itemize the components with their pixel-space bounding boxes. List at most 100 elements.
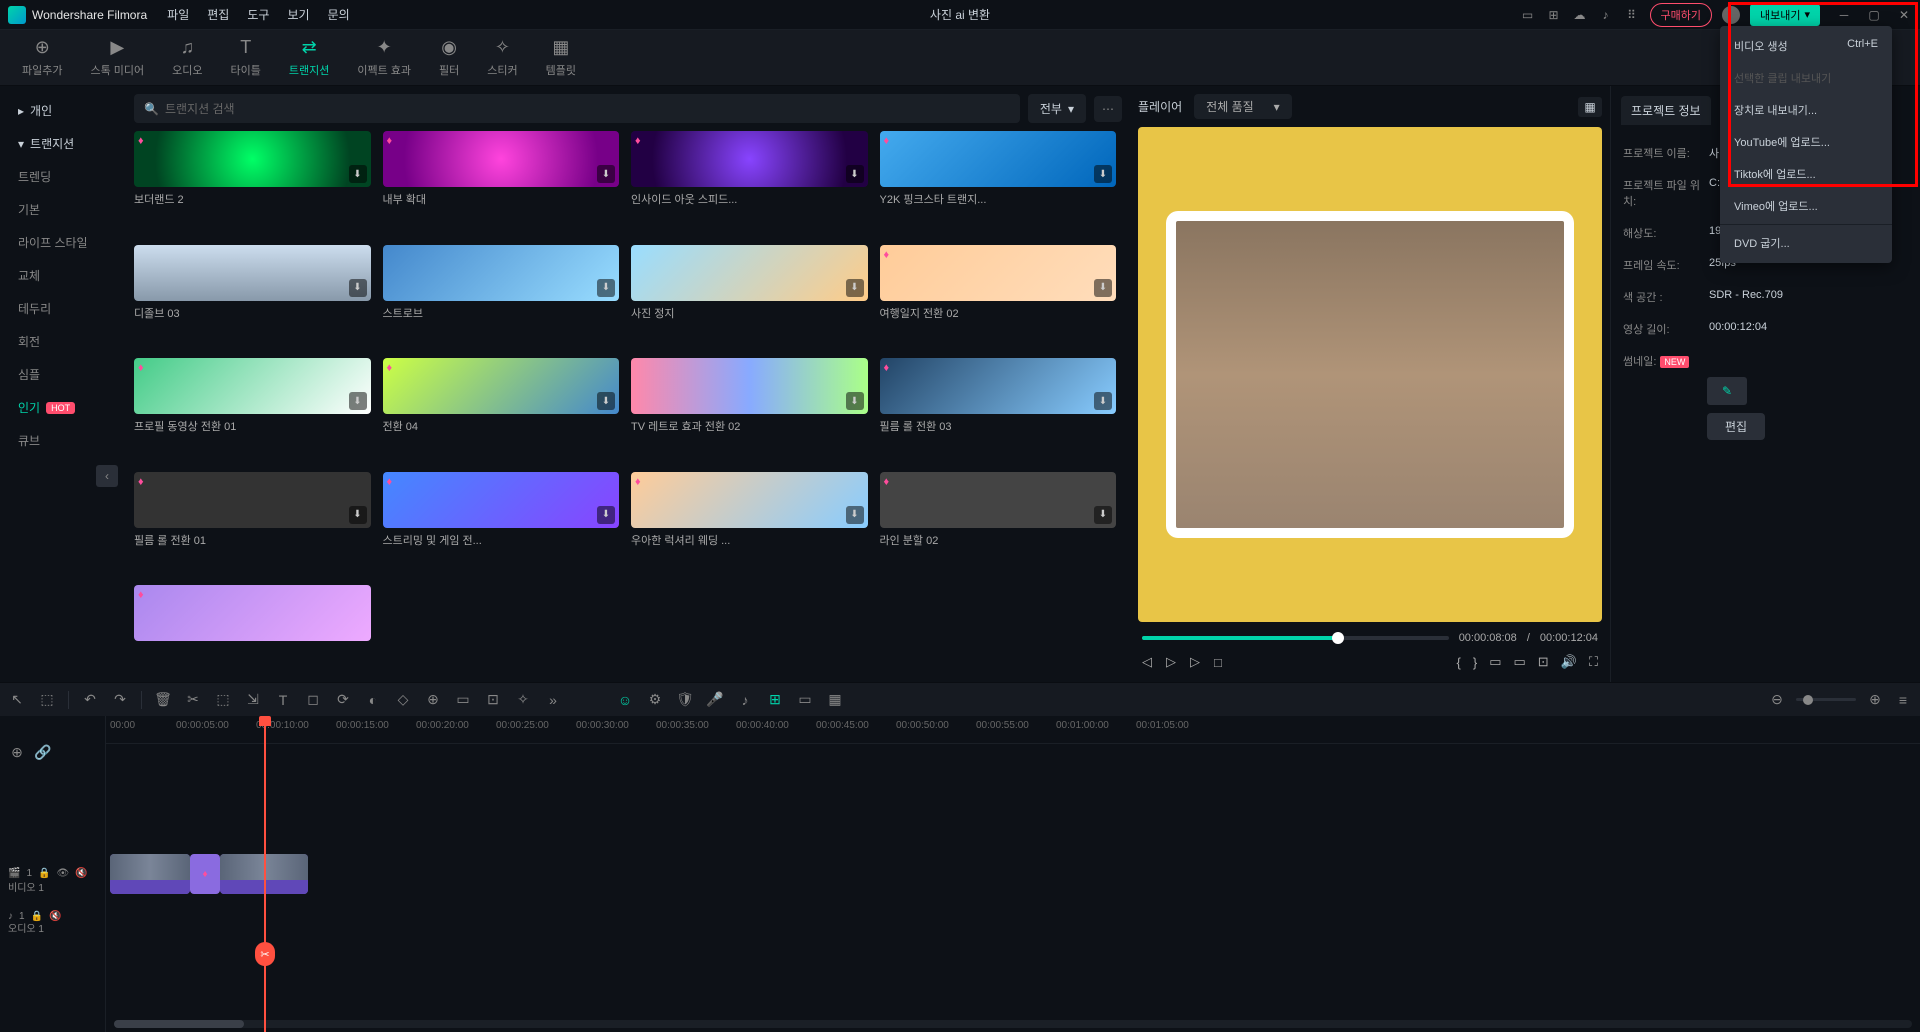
grid-icon[interactable]: ⊞ <box>1546 7 1562 23</box>
avatar[interactable] <box>1722 6 1740 24</box>
sidebar-item-cube[interactable]: 큐브 <box>0 424 126 457</box>
transition-card[interactable]: ♦⬇필름 롤 전환 03 <box>880 358 1117 460</box>
cloud-icon[interactable]: ☁ <box>1572 7 1588 23</box>
audio-track-head[interactable]: ♪1 🔒 🔇 오디오 1 <box>0 898 105 934</box>
menu-view[interactable]: 보기 <box>287 6 309 23</box>
smiley-icon[interactable]: ☺ <box>616 692 634 708</box>
apps-icon[interactable]: ⠿ <box>1624 7 1640 23</box>
volume-icon[interactable]: 🔊 <box>1561 654 1577 670</box>
export-item-video[interactable]: 비디오 생성Ctrl+E <box>1720 30 1892 62</box>
transition-card[interactable]: ♦⬇인사이드 아웃 스피드... <box>631 131 868 233</box>
transition-card[interactable]: ♦⬇스트리밍 및 게임 전... <box>383 472 620 574</box>
tab-title[interactable]: T타이틀 <box>219 33 273 82</box>
sidebar-group-personal[interactable]: ▸ 개인 <box>0 94 126 127</box>
transition-card[interactable]: ♦⬇필름 롤 전환 01 <box>134 472 371 574</box>
mask-button[interactable]: ◻ <box>304 691 322 708</box>
video-clip-1[interactable] <box>110 854 190 894</box>
transition-card[interactable]: ⬇사진 정지 <box>631 245 868 347</box>
buy-button[interactable]: 구매하기 <box>1650 3 1712 27</box>
close-icon[interactable]: ✕ <box>1896 7 1912 23</box>
export-item-youtube[interactable]: YouTube에 업로드... <box>1720 126 1892 158</box>
delete-button[interactable]: 🗑 <box>154 691 172 708</box>
transition-card[interactable]: ⬇TV 레트로 효과 전환 02 <box>631 358 868 460</box>
tab-sticker[interactable]: ✧스티커 <box>475 33 529 82</box>
transition-card[interactable]: ♦ <box>134 585 371 671</box>
transition-card[interactable]: ⬇디졸브 03 <box>134 245 371 347</box>
mic-icon[interactable]: 🎤 <box>706 691 724 708</box>
timeline-scrollbar[interactable] <box>114 1020 1912 1028</box>
export-item-tiktok[interactable]: Tiktok에 업로드... <box>1720 158 1892 190</box>
transition-card[interactable]: ♦⬇Y2K 핑크스타 트랜지... <box>880 131 1117 233</box>
sidebar-collapse[interactable]: ‹ <box>96 465 118 487</box>
sidebar-item-border[interactable]: 테두리 <box>0 292 126 325</box>
text-button[interactable]: T <box>274 692 292 708</box>
prev-frame-button[interactable]: ◁ <box>1142 654 1152 670</box>
preview-canvas[interactable] <box>1138 127 1602 622</box>
transition-card[interactable]: ♦⬇라인 분할 02 <box>880 472 1117 574</box>
resize-button[interactable]: ⇲ <box>244 691 262 708</box>
export-button[interactable]: 내보내기▾ <box>1750 4 1820 26</box>
play-back-button[interactable]: ▷ <box>1166 654 1176 670</box>
sidebar-group-transition[interactable]: ▾ 트랜지션 <box>0 127 126 160</box>
transition-card[interactable]: ♦⬇보더랜드 2 <box>134 131 371 233</box>
gear-icon[interactable]: ⚙ <box>646 691 664 708</box>
filter-button[interactable]: 전부▾ <box>1028 94 1086 123</box>
fullscreen-icon[interactable]: ⛶ <box>1589 654 1598 670</box>
tab-transition[interactable]: ⇄트랜지션 <box>277 33 341 82</box>
transition-card[interactable]: ♦⬇프로필 동영상 전환 01 <box>134 358 371 460</box>
more-button[interactable]: ⋯ <box>1094 96 1122 122</box>
split-button[interactable]: ✂ <box>184 691 202 708</box>
scrubber[interactable]: 00:00:08:08 / 00:00:12:04 <box>1138 622 1602 650</box>
tab-template[interactable]: ▦템플릿 <box>534 33 588 82</box>
thumbnail-edit[interactable]: ✎ <box>1707 377 1747 405</box>
transition-clip[interactable]: ♦ <box>190 854 220 894</box>
export-item-dvd[interactable]: DVD 굽기... <box>1720 227 1892 259</box>
sidebar-item-rotate[interactable]: 회전 <box>0 325 126 358</box>
mark-in-button[interactable]: { <box>1457 655 1461 670</box>
timeline-ruler[interactable]: 00:00 00:00:05:00 00:00:10:00 00:00:15:0… <box>106 716 1920 744</box>
minimize-icon[interactable]: ─ <box>1836 7 1852 23</box>
crop-button[interactable]: ⬚ <box>214 691 232 708</box>
redo-button[interactable]: ↷ <box>111 691 129 708</box>
render-icon[interactable]: ▭ <box>796 691 814 708</box>
maximize-icon[interactable]: ▢ <box>1866 7 1882 23</box>
select-tool[interactable]: ⬚ <box>38 691 56 708</box>
export-item-device[interactable]: 장치로 내보내기... <box>1720 94 1892 126</box>
search-input[interactable]: 🔍트랜지션 검색 <box>134 94 1020 123</box>
transition-card[interactable]: ♦⬇전환 04 <box>383 358 620 460</box>
transition-card[interactable]: ♦⬇내부 확대 <box>383 131 620 233</box>
more-tools[interactable]: » <box>544 692 562 708</box>
zoom-in-button[interactable]: ⊕ <box>1866 691 1884 708</box>
quality-select[interactable]: 전체 품질▾ <box>1194 94 1292 119</box>
link-icon[interactable]: 🔗 <box>34 744 52 752</box>
sidebar-item-simple[interactable]: 심플 <box>0 358 126 391</box>
play-button[interactable]: ▷ <box>1190 654 1200 670</box>
compare-icon[interactable]: ▭ <box>1514 654 1526 670</box>
ai-button[interactable]: ✧ <box>514 691 532 708</box>
pointer-tool[interactable]: ↖ <box>8 691 26 708</box>
transition-card[interactable]: ⬇스트로브 <box>383 245 620 347</box>
split-handle[interactable]: ✂ <box>255 942 275 966</box>
sidebar-item-replace[interactable]: 교체 <box>0 259 126 292</box>
tab-audio[interactable]: ♫오디오 <box>160 33 214 82</box>
transition-card[interactable]: ♦⬇여행일지 전환 02 <box>880 245 1117 347</box>
zoom-slider[interactable] <box>1796 698 1856 701</box>
fit-button[interactable]: ≡ <box>1894 692 1912 708</box>
menu-help[interactable]: 문의 <box>328 6 350 23</box>
display-icon[interactable]: ▭ <box>1520 7 1536 23</box>
stop-button[interactable]: □ <box>1214 655 1222 670</box>
video-track-head[interactable]: 🎬1 🔒 👁 🔇 비디오 1 <box>0 848 105 898</box>
project-info-tab[interactable]: 프로젝트 정보 <box>1621 96 1711 125</box>
tab-effects[interactable]: ✦이펙트 효과 <box>345 33 423 82</box>
transition-card[interactable]: ♦⬇우아한 럭셔리 웨딩 ... <box>631 472 868 574</box>
track-button[interactable]: ⊡ <box>484 691 502 708</box>
mark-out-button[interactable]: } <box>1473 655 1477 670</box>
track-add-icon[interactable]: ⊕ <box>8 744 26 752</box>
headphone-icon[interactable]: ♪ <box>1598 7 1614 23</box>
menu-tools[interactable]: 도구 <box>247 6 269 23</box>
edit-button[interactable]: 편집 <box>1707 413 1765 440</box>
snapshot-button[interactable]: ▦ <box>1578 97 1602 117</box>
sidebar-item-popular[interactable]: 인기HOT <box>0 391 126 424</box>
speed-button[interactable]: ⟳ <box>334 691 352 708</box>
green-button[interactable]: ▭ <box>454 691 472 708</box>
